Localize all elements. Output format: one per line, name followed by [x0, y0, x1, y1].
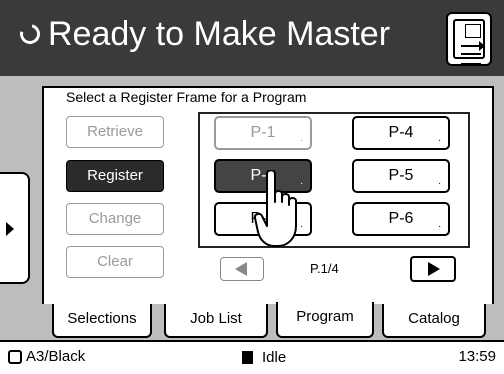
header-bar: Ready to Make Master M	[0, 0, 504, 76]
retrieve-button[interactable]: Retrieve	[66, 116, 164, 148]
previous-page-icon	[235, 262, 247, 276]
panel-instruction: Select a Register Frame for a Program	[66, 89, 307, 105]
register-button[interactable]: Register	[66, 160, 164, 192]
frame-p5-label: P-5	[388, 167, 414, 184]
tab-selections[interactable]: Selections	[52, 304, 152, 338]
frame-p6-button[interactable]: P-6 .	[352, 202, 450, 236]
master-icon: M	[453, 19, 485, 65]
frame-p2-dot: .	[300, 176, 303, 187]
page-title: Ready to Make Master	[48, 15, 391, 53]
tab-catalog[interactable]: Catalog	[382, 304, 486, 338]
frame-p3-dot: .	[300, 219, 303, 230]
machine-state: Idle	[262, 349, 287, 366]
frame-p4-button[interactable]: P-4 .	[352, 116, 450, 150]
previous-page-button[interactable]	[220, 257, 264, 281]
clear-button[interactable]: Clear	[66, 246, 164, 278]
master-arrow-icon	[461, 41, 485, 51]
idle-icon	[242, 351, 253, 364]
paper-drum-icon	[8, 350, 22, 364]
master-lines-icon	[461, 53, 481, 65]
change-button[interactable]: Change	[66, 203, 164, 235]
frame-p4-label: P-4	[388, 124, 414, 141]
status-bar: A3/Black Idle 13:59	[0, 340, 504, 374]
frame-p6-dot: .	[438, 219, 441, 230]
next-page-icon	[428, 262, 440, 276]
master-letter: M	[465, 24, 481, 38]
status-ring-icon	[16, 20, 44, 48]
tab-program[interactable]: Program	[276, 302, 374, 338]
pointing-hand-icon	[254, 169, 297, 247]
side-panel-arrow-icon	[6, 222, 14, 236]
next-page-button[interactable]	[410, 256, 456, 282]
frame-p6-label: P-6	[388, 210, 414, 227]
frame-p1-label: P-1	[250, 124, 276, 141]
frame-p5-dot: .	[438, 176, 441, 187]
frame-p4-dot: .	[438, 133, 441, 144]
frame-p1-button[interactable]: P-1 .	[214, 116, 312, 150]
paper-status: A3/Black	[26, 348, 86, 365]
side-panel-tab[interactable]	[0, 172, 30, 284]
clock: 13:59	[458, 348, 496, 365]
tab-job-list[interactable]: Job List	[164, 304, 268, 338]
master-button[interactable]: M	[446, 12, 492, 66]
frame-p1-dot: .	[300, 133, 303, 144]
page-indicator: P.1/4	[310, 261, 339, 276]
frame-p5-button[interactable]: P-5 .	[352, 159, 450, 193]
